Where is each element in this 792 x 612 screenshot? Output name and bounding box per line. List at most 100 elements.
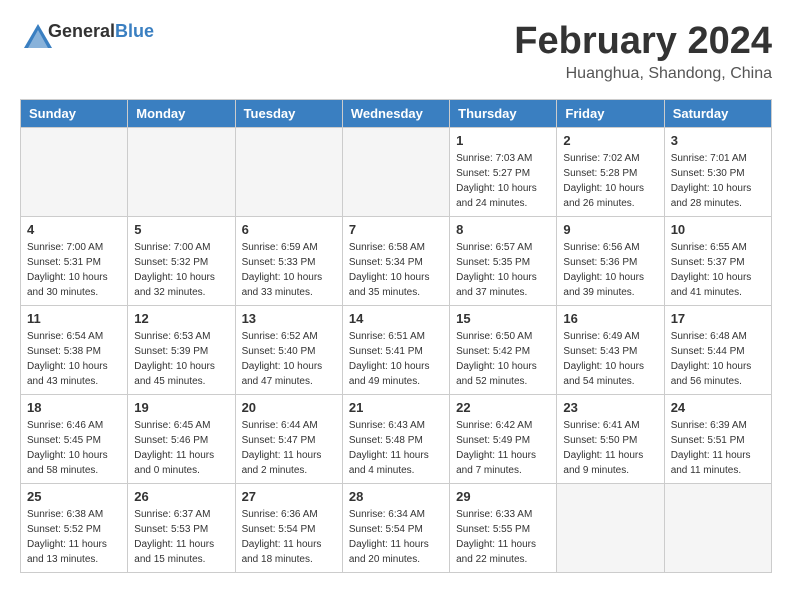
calendar-cell bbox=[235, 128, 342, 217]
sunrise-text: Sunrise: 6:56 AM bbox=[563, 240, 657, 255]
day-number: 14 bbox=[349, 311, 443, 326]
calendar-cell: 29Sunrise: 6:33 AMSunset: 5:55 PMDayligh… bbox=[450, 484, 557, 573]
daylight-text: Daylight: 10 hours and 37 minutes. bbox=[456, 270, 550, 300]
day-info: Sunrise: 6:54 AMSunset: 5:38 PMDaylight:… bbox=[27, 329, 121, 389]
sunrise-text: Sunrise: 6:46 AM bbox=[27, 418, 121, 433]
day-info: Sunrise: 6:34 AMSunset: 5:54 PMDaylight:… bbox=[349, 507, 443, 567]
sunrise-text: Sunrise: 6:33 AM bbox=[456, 507, 550, 522]
sunset-text: Sunset: 5:51 PM bbox=[671, 433, 765, 448]
calendar-table: SundayMondayTuesdayWednesdayThursdayFrid… bbox=[20, 99, 772, 573]
sunset-text: Sunset: 5:36 PM bbox=[563, 255, 657, 270]
sunrise-text: Sunrise: 7:01 AM bbox=[671, 151, 765, 166]
sunset-text: Sunset: 5:41 PM bbox=[349, 344, 443, 359]
daylight-text: Daylight: 11 hours and 20 minutes. bbox=[349, 537, 443, 567]
calendar-cell: 9Sunrise: 6:56 AMSunset: 5:36 PMDaylight… bbox=[557, 217, 664, 306]
calendar-cell: 5Sunrise: 7:00 AMSunset: 5:32 PMDaylight… bbox=[128, 217, 235, 306]
daylight-text: Daylight: 11 hours and 11 minutes. bbox=[671, 448, 765, 478]
day-number: 11 bbox=[27, 311, 121, 326]
day-info: Sunrise: 6:49 AMSunset: 5:43 PMDaylight:… bbox=[563, 329, 657, 389]
calendar-cell: 21Sunrise: 6:43 AMSunset: 5:48 PMDayligh… bbox=[342, 395, 449, 484]
logo-text-blue: Blue bbox=[115, 22, 154, 42]
daylight-text: Daylight: 10 hours and 45 minutes. bbox=[134, 359, 228, 389]
day-info: Sunrise: 6:36 AMSunset: 5:54 PMDaylight:… bbox=[242, 507, 336, 567]
sunset-text: Sunset: 5:34 PM bbox=[349, 255, 443, 270]
calendar-cell: 6Sunrise: 6:59 AMSunset: 5:33 PMDaylight… bbox=[235, 217, 342, 306]
sunrise-text: Sunrise: 6:36 AM bbox=[242, 507, 336, 522]
day-info: Sunrise: 6:44 AMSunset: 5:47 PMDaylight:… bbox=[242, 418, 336, 478]
sunset-text: Sunset: 5:37 PM bbox=[671, 255, 765, 270]
sunset-text: Sunset: 5:46 PM bbox=[134, 433, 228, 448]
daylight-text: Daylight: 10 hours and 35 minutes. bbox=[349, 270, 443, 300]
daylight-text: Daylight: 11 hours and 0 minutes. bbox=[134, 448, 228, 478]
sunset-text: Sunset: 5:27 PM bbox=[456, 166, 550, 181]
location-title: Huanghua, Shandong, China bbox=[514, 65, 772, 83]
sunset-text: Sunset: 5:32 PM bbox=[134, 255, 228, 270]
day-number: 29 bbox=[456, 489, 550, 504]
daylight-text: Daylight: 10 hours and 28 minutes. bbox=[671, 181, 765, 211]
weekday-header-monday: Monday bbox=[128, 100, 235, 128]
day-info: Sunrise: 6:48 AMSunset: 5:44 PMDaylight:… bbox=[671, 329, 765, 389]
calendar-cell: 23Sunrise: 6:41 AMSunset: 5:50 PMDayligh… bbox=[557, 395, 664, 484]
day-number: 12 bbox=[134, 311, 228, 326]
day-number: 25 bbox=[27, 489, 121, 504]
logo: General Blue bbox=[20, 20, 154, 44]
calendar-cell: 7Sunrise: 6:58 AMSunset: 5:34 PMDaylight… bbox=[342, 217, 449, 306]
sunrise-text: Sunrise: 6:51 AM bbox=[349, 329, 443, 344]
sunrise-text: Sunrise: 6:37 AM bbox=[134, 507, 228, 522]
sunset-text: Sunset: 5:53 PM bbox=[134, 522, 228, 537]
sunset-text: Sunset: 5:40 PM bbox=[242, 344, 336, 359]
day-number: 28 bbox=[349, 489, 443, 504]
day-number: 24 bbox=[671, 400, 765, 415]
weekday-header-tuesday: Tuesday bbox=[235, 100, 342, 128]
week-row-2: 11 Sunrise: 6:54 AMSunset: 5:38 PMDayligh… bbox=[21, 306, 772, 395]
day-info: Sunrise: 6:50 AMSunset: 5:42 PMDaylight:… bbox=[456, 329, 550, 389]
sunrise-text: Sunrise: 7:03 AM bbox=[456, 151, 550, 166]
day-number: 27 bbox=[242, 489, 336, 504]
day-info: Sunrise: 6:38 AMSunset: 5:52 PMDaylight:… bbox=[27, 507, 121, 567]
daylight-text: Daylight: 11 hours and 2 minutes. bbox=[242, 448, 336, 478]
daylight-text: Daylight: 11 hours and 18 minutes. bbox=[242, 537, 336, 567]
day-number: 6 bbox=[242, 222, 336, 237]
month-title: February 2024 bbox=[514, 20, 772, 63]
day-info: Sunrise: 6:42 AMSunset: 5:49 PMDaylight:… bbox=[456, 418, 550, 478]
week-row-3: 18Sunrise: 6:46 AMSunset: 5:45 PMDayligh… bbox=[21, 395, 772, 484]
calendar-cell bbox=[342, 128, 449, 217]
sunrise-text: Sunrise: 6:49 AM bbox=[563, 329, 657, 344]
sunrise-text: Sunrise: 7:00 AM bbox=[134, 240, 228, 255]
sunset-text: Sunset: 5:45 PM bbox=[27, 433, 121, 448]
day-info: Sunrise: 7:03 AMSunset: 5:27 PMDaylight:… bbox=[456, 151, 550, 211]
calendar-cell: 20Sunrise: 6:44 AMSunset: 5:47 PMDayligh… bbox=[235, 395, 342, 484]
day-info: Sunrise: 6:55 AMSunset: 5:37 PMDaylight:… bbox=[671, 240, 765, 300]
daylight-text: Daylight: 10 hours and 56 minutes. bbox=[671, 359, 765, 389]
calendar-cell bbox=[664, 484, 771, 573]
calendar-cell: 4Sunrise: 7:00 AMSunset: 5:31 PMDaylight… bbox=[21, 217, 128, 306]
calendar-cell: 2Sunrise: 7:02 AMSunset: 5:28 PMDaylight… bbox=[557, 128, 664, 217]
day-info: Sunrise: 6:39 AMSunset: 5:51 PMDaylight:… bbox=[671, 418, 765, 478]
day-number: 4 bbox=[27, 222, 121, 237]
sunrise-text: Sunrise: 6:42 AM bbox=[456, 418, 550, 433]
calendar-cell: 16Sunrise: 6:49 AMSunset: 5:43 PMDayligh… bbox=[557, 306, 664, 395]
sunset-text: Sunset: 5:44 PM bbox=[671, 344, 765, 359]
sunset-text: Sunset: 5:49 PM bbox=[456, 433, 550, 448]
day-number: 23 bbox=[563, 400, 657, 415]
calendar-cell: 14Sunrise: 6:51 AMSunset: 5:41 PMDayligh… bbox=[342, 306, 449, 395]
weekday-header-thursday: Thursday bbox=[450, 100, 557, 128]
day-info: Sunrise: 7:00 AMSunset: 5:32 PMDaylight:… bbox=[134, 240, 228, 300]
calendar-cell: 27 Sunrise: 6:36 AMSunset: 5:54 PMDayligh… bbox=[235, 484, 342, 573]
daylight-text: Daylight: 10 hours and 47 minutes. bbox=[242, 359, 336, 389]
calendar-cell: 1Sunrise: 7:03 AMSunset: 5:27 PMDaylight… bbox=[450, 128, 557, 217]
daylight-text: Daylight: 10 hours and 39 minutes. bbox=[563, 270, 657, 300]
sunrise-text: Sunrise: 6:50 AM bbox=[456, 329, 550, 344]
weekday-header-saturday: Saturday bbox=[664, 100, 771, 128]
header: General Blue February 2024 Huanghua, Sha… bbox=[20, 20, 772, 83]
calendar-cell bbox=[557, 484, 664, 573]
day-info: Sunrise: 6:45 AMSunset: 5:46 PMDaylight:… bbox=[134, 418, 228, 478]
day-info: Sunrise: 6:52 AMSunset: 5:40 PMDaylight:… bbox=[242, 329, 336, 389]
day-number: 7 bbox=[349, 222, 443, 237]
daylight-text: Daylight: 11 hours and 13 minutes. bbox=[27, 537, 121, 567]
calendar-cell: 22Sunrise: 6:42 AMSunset: 5:49 PMDayligh… bbox=[450, 395, 557, 484]
daylight-text: Daylight: 10 hours and 58 minutes. bbox=[27, 448, 121, 478]
title-area: February 2024 Huanghua, Shandong, China bbox=[514, 20, 772, 83]
daylight-text: Daylight: 11 hours and 22 minutes. bbox=[456, 537, 550, 567]
daylight-text: Daylight: 10 hours and 52 minutes. bbox=[456, 359, 550, 389]
